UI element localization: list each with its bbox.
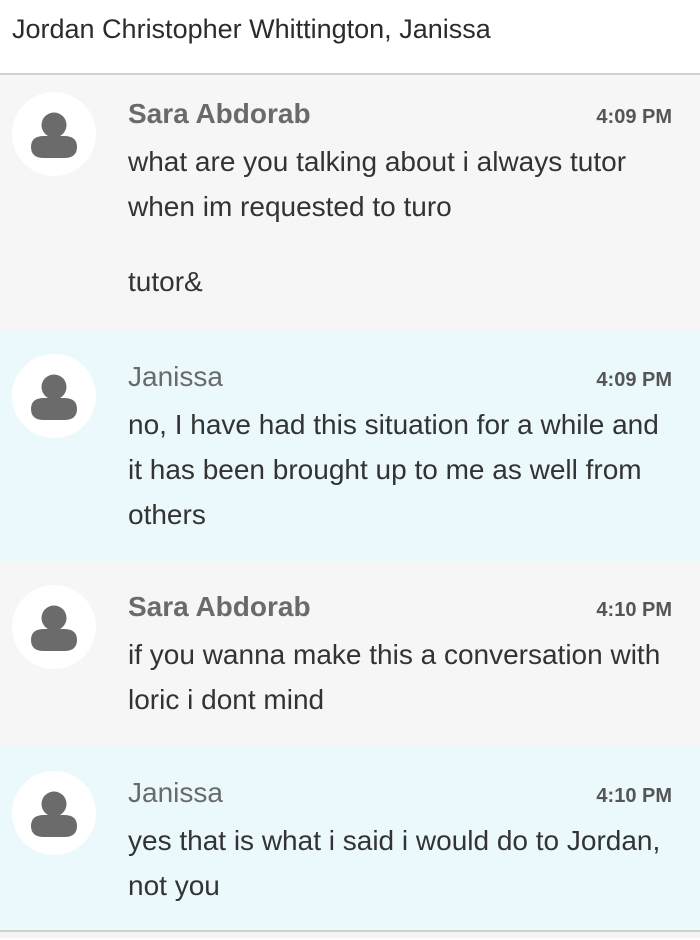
- conversation-participants: Jordan Christopher Whittington, Janissa: [12, 14, 491, 44]
- message-item: Janissa 4:10 PM yes that is what i said …: [0, 746, 700, 930]
- thread-bottom-divider: [0, 930, 700, 938]
- message-text: what are you talking about i always tuto…: [128, 146, 627, 222]
- message-meta: Sara Abdorab 4:10 PM: [128, 590, 672, 624]
- sender-avatar[interactable]: [12, 585, 96, 669]
- message-timestamp: 4:09 PM: [596, 106, 672, 128]
- message-timestamp: 4:10 PM: [596, 599, 672, 621]
- person-silhouette-icon: [31, 112, 77, 158]
- sender-avatar[interactable]: [12, 92, 96, 176]
- message-meta: Janissa 4:09 PM: [128, 360, 672, 394]
- message-item: Sara Abdorab 4:09 PM what are you talkin…: [0, 75, 700, 332]
- message-meta: Janissa 4:10 PM: [128, 776, 672, 810]
- sender-name: Janissa: [128, 361, 223, 392]
- message-timestamp: 4:09 PM: [596, 369, 672, 391]
- message-text: yes that is what i said i would do to Jo…: [128, 825, 661, 901]
- person-silhouette-icon: [31, 374, 77, 420]
- message-timestamp: 4:10 PM: [596, 785, 672, 807]
- message-text: tutor&: [128, 266, 203, 297]
- conversation-header: Jordan Christopher Whittington, Janissa: [0, 0, 700, 75]
- message-text: if you wanna make this a conversation wi…: [128, 639, 661, 715]
- message-item: Janissa 4:09 PM no, I have had this situ…: [0, 332, 700, 562]
- sender-name: Sara Abdorab: [128, 591, 311, 622]
- sender-avatar[interactable]: [12, 354, 96, 438]
- person-silhouette-icon: [31, 605, 77, 651]
- sender-name: Sara Abdorab: [128, 98, 311, 129]
- message-thread[interactable]: Sara Abdorab 4:09 PM what are you talkin…: [0, 75, 700, 938]
- sender-name: Janissa: [128, 777, 223, 808]
- sender-avatar[interactable]: [12, 771, 96, 855]
- person-silhouette-icon: [31, 791, 77, 837]
- message-text: no, I have had this situation for a whil…: [128, 409, 659, 530]
- message-item: Sara Abdorab 4:10 PM if you wanna make t…: [0, 562, 700, 746]
- message-meta: Sara Abdorab 4:09 PM: [128, 97, 672, 131]
